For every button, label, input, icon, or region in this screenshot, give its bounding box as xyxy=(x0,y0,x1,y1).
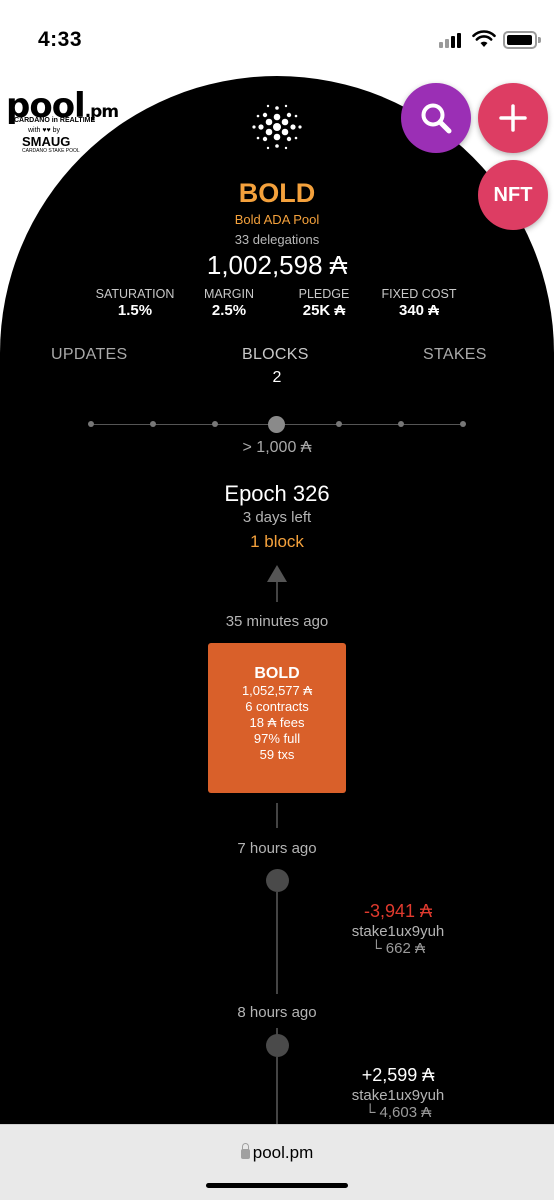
timeline-line xyxy=(276,803,278,828)
slider-stop[interactable] xyxy=(336,421,342,427)
status-bar: 4:33 xyxy=(0,0,554,76)
plus-icon xyxy=(499,104,527,132)
search-button[interactable] xyxy=(401,83,471,153)
browser-address-bar[interactable]: pool.pm xyxy=(0,1124,554,1200)
pool-ticker: BOLD xyxy=(238,178,316,208)
stat-saturation: SATURATION 1.5% xyxy=(93,287,177,319)
block-full: 97% full xyxy=(253,731,301,746)
cardano-icon xyxy=(252,104,302,150)
stat-label: SATURATION xyxy=(95,287,175,301)
block-size: 1,052,577 ₳ xyxy=(241,683,313,698)
pool-name: Bold ADA Pool xyxy=(234,212,320,227)
slider-stop[interactable] xyxy=(88,421,94,427)
wifi-icon xyxy=(472,30,496,47)
stat-value: 1.5% xyxy=(117,302,153,319)
block-fees: 18 ₳ fees xyxy=(249,715,305,730)
stake-balance: └ 662 ₳ xyxy=(371,940,425,957)
add-button[interactable] xyxy=(478,83,548,153)
slider-stop[interactable] xyxy=(398,421,404,427)
stake-balance: └ 4,603 ₳ xyxy=(364,1104,432,1121)
tab-updates[interactable]: UPDATES xyxy=(51,346,127,364)
lock-icon xyxy=(240,1143,250,1159)
time-label: 35 minutes ago xyxy=(225,613,329,630)
stake-address: stake1ux9yuh xyxy=(351,923,445,940)
stat-fixed-cost: FIXED COST 340 ₳ xyxy=(377,287,461,319)
timeline-node[interactable] xyxy=(266,1034,289,1057)
slider-stop[interactable] xyxy=(150,421,156,427)
stake-delta: -3,941 ₳ xyxy=(363,901,433,921)
url-display[interactable]: pool.pm xyxy=(0,1143,554,1163)
stat-label: FIXED COST xyxy=(381,287,457,301)
arrow-up-icon xyxy=(267,565,287,582)
logo-subtitle: CARDANO in REALTIME xyxy=(14,117,96,124)
epoch-time-left: 3 days left xyxy=(242,509,312,526)
threshold-label: > 1,000 ₳ xyxy=(242,439,312,456)
slider-stop[interactable] xyxy=(212,421,218,427)
partner-logo: SMAUG xyxy=(22,134,71,149)
timeline-line xyxy=(276,582,278,602)
search-icon xyxy=(421,103,452,134)
block-ticker: BOLD xyxy=(254,665,300,682)
stat-label: PLEDGE xyxy=(298,287,350,301)
stat-label: MARGIN xyxy=(204,287,254,301)
stat-margin: MARGIN 2.5% xyxy=(197,287,261,319)
signal-icon xyxy=(439,32,465,48)
pool-stake: 1,002,598 ₳ xyxy=(206,250,348,280)
partner-subtitle: CARDANO STAKE POOL xyxy=(22,148,80,154)
stake-event[interactable]: -3,941 ₳ stake1ux9yuh └ 662 ₳ xyxy=(316,901,480,957)
stat-value: 2.5% xyxy=(211,302,247,319)
pool-pm-logo[interactable]: pool.pm CARDANO in REALTIME with ♥♥ by S… xyxy=(6,86,119,154)
timeline-line xyxy=(276,1057,278,1124)
slider-stop[interactable] xyxy=(460,421,466,427)
stake-delta: +2,599 ₳ xyxy=(361,1065,435,1085)
epoch-title: Epoch 326 xyxy=(224,481,330,506)
battery-icon xyxy=(503,31,541,49)
delegations-count: 33 delegations xyxy=(234,232,320,247)
slider-thumb[interactable] xyxy=(268,416,285,433)
home-indicator[interactable] xyxy=(206,1183,348,1188)
time-label: 7 hours ago xyxy=(237,840,317,857)
stat-value: 340 ₳ xyxy=(398,302,440,319)
block-txs: 59 txs xyxy=(259,747,295,762)
blocks-count: 2 xyxy=(272,369,282,386)
epoch-blocks: 1 block xyxy=(250,532,304,551)
logo-with-by: with ♥♥ by xyxy=(28,127,61,134)
tab-stakes[interactable]: STAKES xyxy=(423,346,487,364)
time-label: 8 hours ago xyxy=(237,1004,317,1021)
block-card[interactable]: BOLD 1,052,577 ₳ 6 contracts 18 ₳ fees 9… xyxy=(208,643,346,793)
url-text: pool.pm xyxy=(252,1143,314,1162)
stat-value: 25K ₳ xyxy=(302,302,346,319)
status-time: 4:33 xyxy=(38,28,83,51)
tab-blocks[interactable]: BLOCKS xyxy=(242,346,309,364)
timeline-node[interactable] xyxy=(266,869,289,892)
stake-event[interactable]: +2,599 ₳ stake1ux9yuh └ 4,603 ₳ xyxy=(316,1065,480,1121)
block-contracts: 6 contracts xyxy=(245,699,309,714)
stake-address: stake1ux9yuh xyxy=(351,1087,445,1104)
stat-pledge: PLEDGE 25K ₳ xyxy=(293,287,355,319)
timeline-line xyxy=(276,892,278,994)
